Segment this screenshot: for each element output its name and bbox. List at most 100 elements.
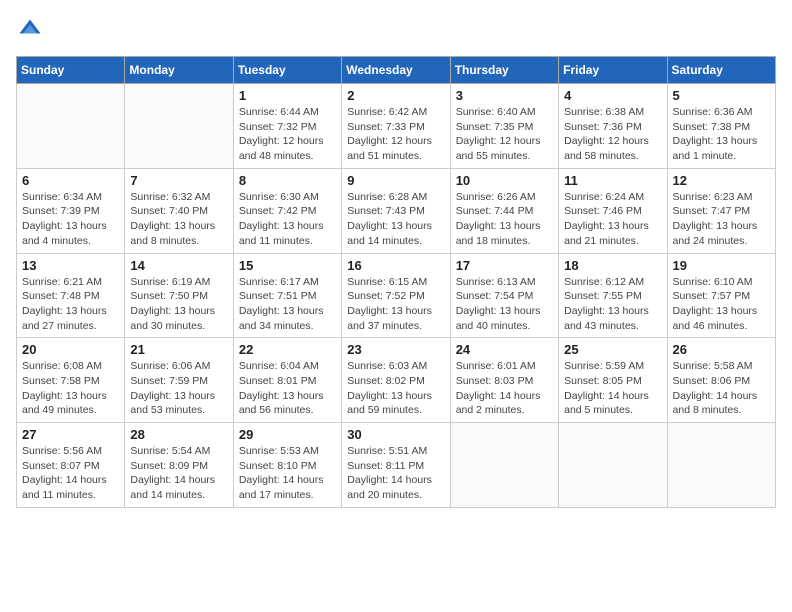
calendar-cell: 6 Sunrise: 6:34 AM Sunset: 7:39 PM Daylig… [17,168,125,253]
day-number: 8 [239,173,336,188]
calendar-cell: 10 Sunrise: 6:26 AM Sunset: 7:44 PM Dayli… [450,168,558,253]
day-number: 25 [564,342,661,357]
calendar-cell: 29 Sunrise: 5:53 AM Sunset: 8:10 PM Dayli… [233,423,341,508]
day-number: 17 [456,258,553,273]
calendar-cell [450,423,558,508]
day-detail: Sunrise: 5:54 AM Sunset: 8:09 PM Dayligh… [130,444,227,503]
day-detail: Sunrise: 5:53 AM Sunset: 8:10 PM Dayligh… [239,444,336,503]
day-detail: Sunrise: 6:44 AM Sunset: 7:32 PM Dayligh… [239,105,336,164]
day-detail: Sunrise: 6:15 AM Sunset: 7:52 PM Dayligh… [347,275,444,334]
calendar-cell: 27 Sunrise: 5:56 AM Sunset: 8:07 PM Dayli… [17,423,125,508]
day-detail: Sunrise: 6:28 AM Sunset: 7:43 PM Dayligh… [347,190,444,249]
calendar-cell: 28 Sunrise: 5:54 AM Sunset: 8:09 PM Dayli… [125,423,233,508]
calendar-cell: 18 Sunrise: 6:12 AM Sunset: 7:55 PM Dayli… [559,253,667,338]
day-detail: Sunrise: 6:03 AM Sunset: 8:02 PM Dayligh… [347,359,444,418]
weekday-header-row: SundayMondayTuesdayWednesdayThursdayFrid… [17,57,776,84]
calendar-cell: 3 Sunrise: 6:40 AM Sunset: 7:35 PM Daylig… [450,84,558,169]
day-number: 16 [347,258,444,273]
day-number: 7 [130,173,227,188]
day-detail: Sunrise: 6:24 AM Sunset: 7:46 PM Dayligh… [564,190,661,249]
calendar-cell: 22 Sunrise: 6:04 AM Sunset: 8:01 PM Dayli… [233,338,341,423]
day-detail: Sunrise: 5:59 AM Sunset: 8:05 PM Dayligh… [564,359,661,418]
weekday-header: Wednesday [342,57,450,84]
logo-icon [16,16,44,44]
calendar-cell: 25 Sunrise: 5:59 AM Sunset: 8:05 PM Dayli… [559,338,667,423]
calendar-cell: 4Sunrise: 6:38 AM Sunset: 7:36 PM Daylig… [559,84,667,169]
calendar-cell: 7 Sunrise: 6:32 AM Sunset: 7:40 PM Daylig… [125,168,233,253]
day-detail: Sunrise: 6:08 AM Sunset: 7:58 PM Dayligh… [22,359,119,418]
day-detail: Sunrise: 6:19 AM Sunset: 7:50 PM Dayligh… [130,275,227,334]
logo [16,16,48,44]
calendar-cell [667,423,775,508]
day-number: 3 [456,88,553,103]
day-number: 23 [347,342,444,357]
weekday-header: Saturday [667,57,775,84]
day-number: 12 [673,173,770,188]
day-detail: Sunrise: 6:40 AM Sunset: 7:35 PM Dayligh… [456,105,553,164]
calendar-cell: 13 Sunrise: 6:21 AM Sunset: 7:48 PM Dayli… [17,253,125,338]
calendar-week-row: 27 Sunrise: 5:56 AM Sunset: 8:07 PM Dayli… [17,423,776,508]
calendar-cell: 26 Sunrise: 5:58 AM Sunset: 8:06 PM Dayli… [667,338,775,423]
day-detail: Sunrise: 6:32 AM Sunset: 7:40 PM Dayligh… [130,190,227,249]
calendar-cell: 21 Sunrise: 6:06 AM Sunset: 7:59 PM Dayli… [125,338,233,423]
calendar-cell [125,84,233,169]
day-number: 22 [239,342,336,357]
day-number: 24 [456,342,553,357]
calendar-cell: 5Sunrise: 6:36 AM Sunset: 7:38 PM Daylig… [667,84,775,169]
day-detail: Sunrise: 5:58 AM Sunset: 8:06 PM Dayligh… [673,359,770,418]
day-detail: Sunrise: 6:04 AM Sunset: 8:01 PM Dayligh… [239,359,336,418]
calendar-week-row: 1 Sunrise: 6:44 AM Sunset: 7:32 PM Daylig… [17,84,776,169]
calendar-cell: 14 Sunrise: 6:19 AM Sunset: 7:50 PM Dayli… [125,253,233,338]
calendar-cell: 2Sunrise: 6:42 AM Sunset: 7:33 PM Daylig… [342,84,450,169]
day-detail: Sunrise: 6:06 AM Sunset: 7:59 PM Dayligh… [130,359,227,418]
day-number: 10 [456,173,553,188]
calendar-week-row: 20 Sunrise: 6:08 AM Sunset: 7:58 PM Dayli… [17,338,776,423]
calendar-cell: 19 Sunrise: 6:10 AM Sunset: 7:57 PM Dayli… [667,253,775,338]
calendar-table: SundayMondayTuesdayWednesdayThursdayFrid… [16,56,776,508]
calendar-cell: 15 Sunrise: 6:17 AM Sunset: 7:51 PM Dayli… [233,253,341,338]
day-number: 19 [673,258,770,273]
day-number: 14 [130,258,227,273]
calendar-cell [17,84,125,169]
day-detail: Sunrise: 6:10 AM Sunset: 7:57 PM Dayligh… [673,275,770,334]
day-detail: Sunrise: 5:56 AM Sunset: 8:07 PM Dayligh… [22,444,119,503]
day-number: 30 [347,427,444,442]
page-header [16,16,776,44]
day-number: 2 [347,88,444,103]
day-number: 26 [673,342,770,357]
calendar-cell: 23 Sunrise: 6:03 AM Sunset: 8:02 PM Dayli… [342,338,450,423]
weekday-header: Tuesday [233,57,341,84]
day-number: 15 [239,258,336,273]
day-number: 11 [564,173,661,188]
day-number: 9 [347,173,444,188]
day-number: 27 [22,427,119,442]
weekday-header: Sunday [17,57,125,84]
day-detail: Sunrise: 6:26 AM Sunset: 7:44 PM Dayligh… [456,190,553,249]
day-detail: Sunrise: 6:01 AM Sunset: 8:03 PM Dayligh… [456,359,553,418]
day-number: 6 [22,173,119,188]
calendar-cell: 12 Sunrise: 6:23 AM Sunset: 7:47 PM Dayli… [667,168,775,253]
calendar-week-row: 13 Sunrise: 6:21 AM Sunset: 7:48 PM Dayli… [17,253,776,338]
day-detail: Sunrise: 6:34 AM Sunset: 7:39 PM Dayligh… [22,190,119,249]
day-detail: Sunrise: 6:21 AM Sunset: 7:48 PM Dayligh… [22,275,119,334]
day-number: 13 [22,258,119,273]
weekday-header: Friday [559,57,667,84]
day-number: 18 [564,258,661,273]
calendar-cell: 16 Sunrise: 6:15 AM Sunset: 7:52 PM Dayli… [342,253,450,338]
calendar-cell: 30 Sunrise: 5:51 AM Sunset: 8:11 PM Dayli… [342,423,450,508]
day-detail: Sunrise: 6:17 AM Sunset: 7:51 PM Dayligh… [239,275,336,334]
day-number: 29 [239,427,336,442]
day-detail: Sunrise: 6:23 AM Sunset: 7:47 PM Dayligh… [673,190,770,249]
day-number: 28 [130,427,227,442]
calendar-cell: 11 Sunrise: 6:24 AM Sunset: 7:46 PM Dayli… [559,168,667,253]
calendar-cell: 24 Sunrise: 6:01 AM Sunset: 8:03 PM Dayli… [450,338,558,423]
day-number: 5 [673,88,770,103]
calendar-cell: 8Sunrise: 6:30 AM Sunset: 7:42 PM Daylig… [233,168,341,253]
day-number: 1 [239,88,336,103]
day-number: 20 [22,342,119,357]
day-detail: Sunrise: 5:51 AM Sunset: 8:11 PM Dayligh… [347,444,444,503]
day-detail: Sunrise: 6:12 AM Sunset: 7:55 PM Dayligh… [564,275,661,334]
calendar-cell: 17Sunrise: 6:13 AM Sunset: 7:54 PM Dayli… [450,253,558,338]
calendar-cell: 20 Sunrise: 6:08 AM Sunset: 7:58 PM Dayli… [17,338,125,423]
day-number: 21 [130,342,227,357]
